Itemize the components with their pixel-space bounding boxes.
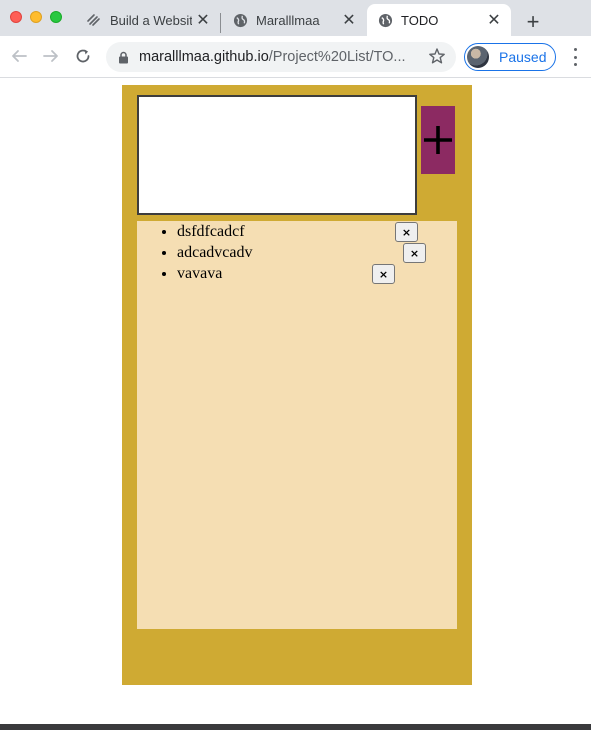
new-tab-button[interactable]: +: [522, 11, 544, 33]
minimize-window-button[interactable]: [30, 11, 42, 23]
reload-icon[interactable]: [72, 45, 94, 67]
lock-icon[interactable]: [118, 51, 129, 64]
profile-button[interactable]: Paused: [464, 43, 556, 71]
address-bar[interactable]: maralllmaa.github.io/Project%20List/TO..…: [106, 42, 456, 72]
avatar: [467, 46, 489, 68]
tab-strip: Build a Websit ✕ Maralllmaa ✕ TODO ✕ +: [0, 0, 591, 36]
profile-status-label: Paused: [499, 49, 547, 65]
url-text[interactable]: maralllmaa.github.io/Project%20List/TO..…: [139, 49, 422, 65]
globe-icon: [377, 12, 393, 28]
add-todo-button[interactable]: [421, 106, 455, 174]
menu-kebab-icon[interactable]: [569, 48, 581, 66]
tab-build-website[interactable]: Build a Websit ✕: [76, 4, 220, 36]
bookmark-star-icon[interactable]: [428, 47, 446, 65]
todo-item: dsfdfcadcf ×: [177, 222, 457, 243]
squarespace-icon: [86, 12, 102, 28]
window-bottom-edge: [0, 724, 591, 730]
delete-todo-button[interactable]: ×: [372, 264, 395, 284]
tab-separator: [220, 13, 221, 33]
url-path: /Project%20List/TO...: [268, 49, 406, 65]
forward-arrow-icon[interactable]: [40, 45, 62, 67]
close-tab-icon[interactable]: ✕: [485, 11, 503, 29]
todo-list-panel: dsfdfcadcf × adcadvcadv × vavava ×: [137, 221, 457, 629]
todo-app-container: dsfdfcadcf × adcadvcadv × vavava ×: [122, 85, 472, 685]
page-content: dsfdfcadcf × adcadvcadv × vavava ×: [0, 78, 591, 730]
close-tab-icon[interactable]: ✕: [194, 11, 212, 29]
tab-todo[interactable]: TODO ✕: [367, 4, 511, 36]
close-tab-icon[interactable]: ✕: [340, 11, 358, 29]
tab-title: Maralllmaa: [256, 12, 320, 28]
tab-maralllmaa[interactable]: Maralllmaa ✕: [222, 4, 366, 36]
delete-todo-button[interactable]: ×: [403, 243, 426, 263]
back-arrow-icon[interactable]: [8, 45, 30, 67]
tab-title: Build a Websit: [110, 12, 192, 28]
todo-item: vavava ×: [177, 264, 457, 285]
browser-toolbar: maralllmaa.github.io/Project%20List/TO..…: [0, 36, 591, 78]
close-window-button[interactable]: [10, 11, 22, 23]
todo-item-text: dsfdfcadcf: [177, 223, 245, 240]
url-host: maralllmaa.github.io: [139, 49, 269, 65]
maximize-window-button[interactable]: [50, 11, 62, 23]
globe-icon: [232, 12, 248, 28]
todo-input[interactable]: [137, 95, 417, 215]
todo-item-text: vavava: [177, 265, 223, 282]
todo-list: dsfdfcadcf × adcadvcadv × vavava ×: [137, 222, 457, 285]
plus-icon: [424, 126, 452, 154]
tab-title: TODO: [401, 12, 439, 28]
delete-todo-button[interactable]: ×: [395, 222, 418, 242]
todo-item-text: adcadvcadv: [177, 244, 253, 261]
todo-item: adcadvcadv ×: [177, 243, 457, 264]
